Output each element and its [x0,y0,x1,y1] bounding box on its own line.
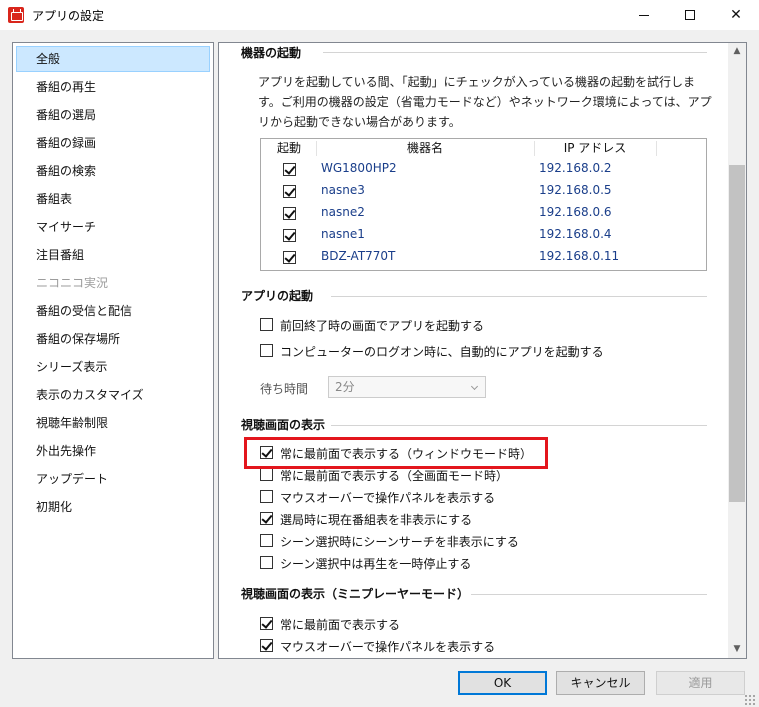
section-title-device-startup: 機器の起動 [241,46,302,60]
option-label: シーン選択時にシーンサーチを非表示にする [280,535,519,549]
wait-time-label: 待ち時間 [260,382,309,396]
nav-item-customize[interactable]: 表示のカスタマイズ [16,382,210,408]
apply-button: 適用 [656,671,745,695]
device-ip: 192.168.0.5 [539,183,612,197]
nav-item-recording[interactable]: 番組の録画 [16,130,210,156]
wait-time-value: 2分 [335,380,355,394]
scroll-thumb[interactable] [729,165,745,502]
column-header-ip[interactable]: IP アドレス [535,139,655,158]
device-name: nasne1 [321,227,365,241]
device-name: WG1800HP2 [321,161,397,175]
checkbox[interactable] [260,446,273,459]
option-label: 前回終了時の画面でアプリを起動する [280,319,485,333]
nav-item-niconico: ニコニコ実況 [36,276,109,290]
close-button[interactable]: ✕ [713,0,759,30]
option-label: コンピューターのログオン時に、自動的にアプリを起動する [280,345,604,359]
scroll-down-icon[interactable]: ▼ [728,641,746,658]
resize-grip-icon[interactable] [744,694,756,706]
cancel-button[interactable]: キャンセル [556,671,645,695]
checkbox[interactable] [260,512,273,525]
nav-item-playback[interactable]: 番組の再生 [16,74,210,100]
checkbox[interactable] [260,556,273,569]
table-row[interactable]: WG1800HP2 192.168.0.2 [261,158,706,180]
checkbox[interactable] [260,534,273,547]
nav-item-update[interactable]: アップデート [16,466,210,492]
nav-item-search[interactable]: 番組の検索 [16,158,210,184]
close-icon: ✕ [730,7,742,23]
checkbox[interactable] [260,617,273,630]
settings-nav: 全般 番組の再生 番組の選局 番組の録画 番組の検索 番組表 マイサーチ 注目番… [12,42,214,659]
nav-item-general[interactable]: 全般 [16,46,210,72]
device-start-checkbox[interactable] [283,251,296,264]
nav-item-program-guide[interactable]: 番組表 [16,186,210,212]
scroll-up-icon[interactable]: ▲ [728,43,746,60]
settings-content: 機器の起動 アプリを起動している間、「起動」にチェックが入っている機器の起動を試… [218,42,747,659]
checkbox[interactable] [260,468,273,481]
device-ip: 192.168.0.2 [539,161,612,175]
option-label: 常に最前面で表示する（ウィンドウモード時） [280,447,533,461]
nav-item-featured[interactable]: 注目番組 [16,242,210,268]
ok-button[interactable]: OK [458,671,547,695]
title-bar: アプリの設定 ✕ [0,0,759,30]
device-startup-description: アプリを起動している間、「起動」にチェックが入っている機器の起動を試行します。ご… [258,75,712,129]
wait-time-select: 2分 [328,376,486,398]
table-row[interactable]: nasne1 192.168.0.4 [261,224,706,246]
section-title-app-startup: アプリの起動 [241,289,314,303]
maximize-icon [685,10,695,20]
minimize-button[interactable] [621,0,667,30]
nav-item-age-limit[interactable]: 視聴年齢制限 [16,410,210,436]
app-icon [8,7,24,23]
option-label: 常に最前面で表示する（全画面モード時） [280,469,509,483]
device-ip: 192.168.0.4 [539,227,612,241]
option-label: 選局時に現在番組表を非表示にする [280,513,473,527]
checkbox[interactable] [260,344,273,357]
section-divider [331,296,707,297]
checkbox[interactable] [260,639,273,652]
nav-item-reception[interactable]: 番組の受信と配信 [16,298,210,324]
minimize-icon [639,14,649,16]
column-header-start[interactable]: 起動 [267,139,311,158]
content-scrollbar[interactable]: ▲ ▼ [728,43,746,658]
device-start-checkbox[interactable] [283,163,296,176]
checkbox[interactable] [260,490,273,503]
section-title-viewing-display: 視聴画面の表示 [241,418,326,432]
device-ip: 192.168.0.11 [539,249,620,263]
chevron-down-icon [470,382,479,391]
section-divider [471,594,707,595]
device-name: nasne3 [321,183,365,197]
column-separator [656,141,657,156]
window-title: アプリの設定 [32,9,105,23]
checkbox[interactable] [260,318,273,331]
device-start-checkbox[interactable] [283,207,296,220]
device-ip: 192.168.0.6 [539,205,612,219]
table-row[interactable]: nasne3 192.168.0.5 [261,180,706,202]
nav-item-storage[interactable]: 番組の保存場所 [16,326,210,352]
device-table: 起動 機器名 IP アドレス WG1800HP2 192.168.0.2 nas… [260,138,707,271]
maximize-button[interactable] [667,0,713,30]
device-name: BDZ-AT770T [321,249,396,263]
nav-item-series[interactable]: シリーズ表示 [16,354,210,380]
option-label: マウスオーバーで操作パネルを表示する [280,491,496,505]
table-row[interactable]: nasne2 192.168.0.6 [261,202,706,224]
column-header-name[interactable]: 機器名 [317,139,533,158]
option-label: マウスオーバーで操作パネルを表示する [280,640,496,654]
device-start-checkbox[interactable] [283,185,296,198]
device-start-checkbox[interactable] [283,229,296,242]
section-divider [331,425,707,426]
option-label: シーン選択中は再生を一時停止する [280,557,472,571]
option-label: 常に最前面で表示する [280,618,401,632]
section-title-mini-player: 視聴画面の表示（ミニプレーヤーモード） [241,587,470,601]
nav-item-my-search[interactable]: マイサーチ [16,214,210,240]
nav-item-channel-select[interactable]: 番組の選局 [16,102,210,128]
nav-item-reset[interactable]: 初期化 [16,494,210,520]
table-row[interactable]: BDZ-AT770T 192.168.0.11 [261,246,706,268]
section-divider [323,52,707,53]
nav-item-remote[interactable]: 外出先操作 [16,438,210,464]
device-name: nasne2 [321,205,365,219]
